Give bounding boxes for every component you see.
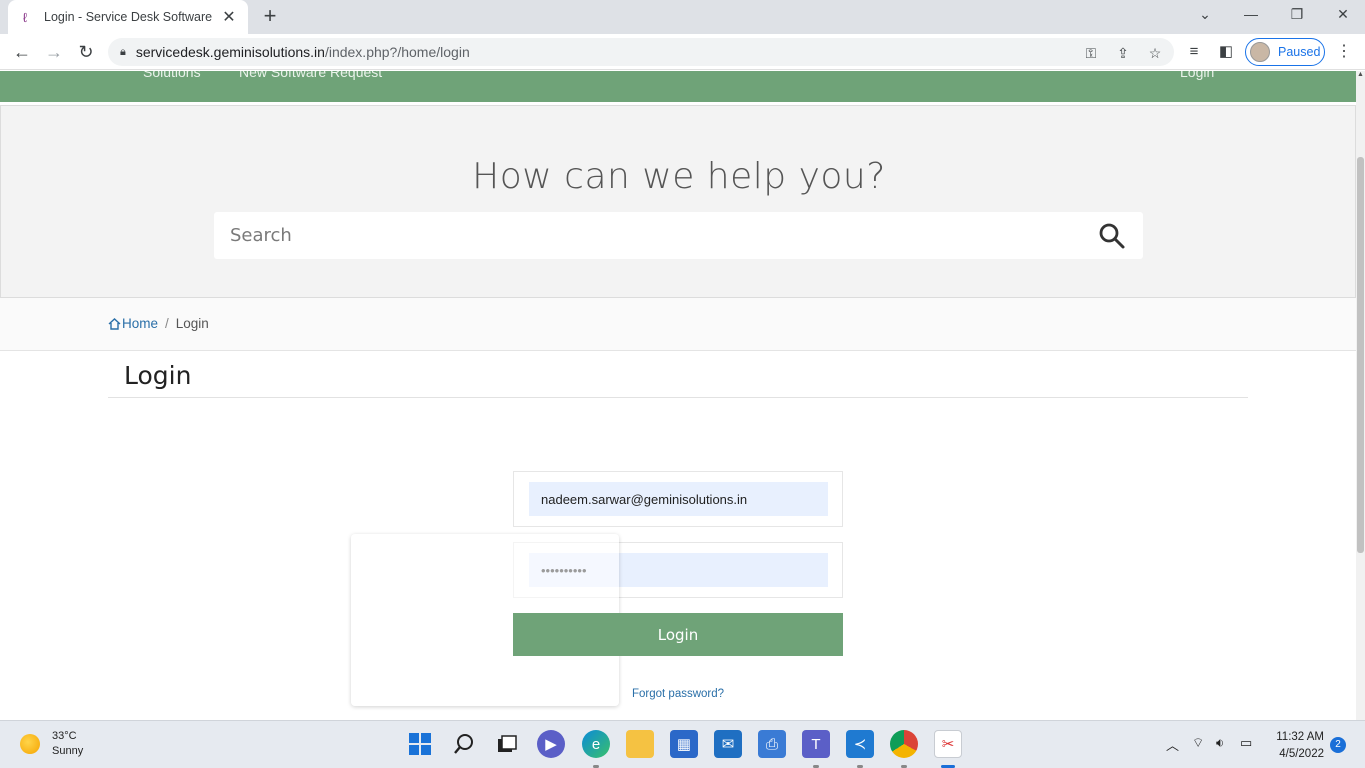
address-url: servicedesk.geminisolutions.in/index.php…: [135, 44, 470, 60]
chat-icon[interactable]: ▶: [537, 730, 565, 758]
scrollbar-thumb[interactable]: [1357, 157, 1364, 553]
battery-icon[interactable]: ▭: [1240, 735, 1252, 751]
breadcrumb: Home / Login: [0, 298, 1356, 351]
breadcrumb-home-link[interactable]: Home: [108, 316, 158, 331]
bookmark-star-icon[interactable]: ☆: [1144, 42, 1166, 64]
forward-arrow-icon[interactable]: →: [42, 40, 66, 64]
side-panel-icon[interactable]: ◧: [1214, 40, 1238, 64]
forgot-password-link[interactable]: Forgot password?: [632, 688, 724, 700]
media-queue-icon[interactable]: ≡: [1182, 40, 1206, 64]
start-windows-icon[interactable]: [406, 730, 434, 758]
share-icon[interactable]: ⇪: [1112, 42, 1134, 64]
mail-icon[interactable]: ✉: [714, 730, 742, 758]
sun-icon: [20, 734, 40, 754]
email-field-container: [513, 471, 843, 527]
nav-login[interactable]: Login: [1180, 71, 1214, 80]
browser-menu-icon[interactable]: ⋮: [1334, 40, 1354, 64]
vscode-icon[interactable]: ≺: [846, 730, 874, 758]
search-magnifier-icon[interactable]: [450, 730, 478, 758]
home-icon: [108, 317, 121, 330]
browser-tab[interactable]: ℓ Login - Service Desk Software by ✕: [8, 0, 248, 34]
notification-badge[interactable]: 2: [1330, 737, 1346, 753]
new-tab-button[interactable]: +: [258, 5, 282, 29]
breadcrumb-current: Login: [175, 316, 209, 331]
hero-heading: How can we help you?: [472, 156, 886, 197]
breadcrumb-separator: /: [165, 316, 169, 331]
browser-tab-strip: ℓ Login - Service Desk Software by ✕ + ⌄…: [0, 0, 1365, 34]
file-explorer-icon[interactable]: [626, 730, 654, 758]
window-close-button[interactable]: ✕: [1320, 0, 1365, 30]
teams-icon[interactable]: T: [802, 730, 830, 758]
task-view-icon[interactable]: [493, 730, 521, 758]
tab-close-icon[interactable]: ✕: [220, 7, 238, 27]
clock-time: 11:32 AM: [1276, 731, 1324, 743]
address-bar[interactable]: 🔒︎ servicedesk.geminisolutions.in/index.…: [108, 38, 1174, 66]
tray-overflow-chevron-icon[interactable]: ︿: [1166, 735, 1179, 754]
tab-title: Login - Service Desk Software by: [44, 10, 212, 24]
clock-date: 4/5/2022: [1279, 748, 1324, 760]
lock-icon: 🔒︎: [120, 45, 126, 58]
tab-search-chevron-icon[interactable]: ⌄: [1182, 0, 1228, 30]
weather-widget[interactable]: 33°C Sunny: [20, 729, 83, 759]
microsoft-store-icon[interactable]: ▦: [670, 730, 698, 758]
nav-solutions[interactable]: Solutions: [143, 71, 201, 80]
search-icon[interactable]: [1098, 222, 1126, 250]
chrome-icon[interactable]: [890, 730, 918, 758]
restore-button[interactable]: ❐: [1274, 0, 1320, 30]
scroll-up-arrow-icon[interactable]: ▲: [1356, 71, 1365, 83]
email-field[interactable]: [529, 482, 828, 516]
minimize-button[interactable]: —: [1228, 0, 1274, 30]
profile-status: Paused: [1278, 45, 1321, 59]
reload-icon[interactable]: ↻: [74, 40, 98, 64]
page-title: Login: [124, 361, 192, 390]
wifi-icon[interactable]: ⌔: [1192, 735, 1204, 751]
page-viewport: Solutions New Software Request Login How…: [0, 71, 1356, 720]
profile-button[interactable]: Paused: [1245, 38, 1325, 66]
search-box: [214, 212, 1143, 259]
search-input[interactable]: [230, 212, 1090, 259]
password-key-icon[interactable]: ⚿: [1080, 42, 1102, 64]
snipping-tool-icon[interactable]: ✂: [934, 730, 962, 758]
title-divider: [108, 397, 1248, 398]
nav-new-software-request[interactable]: New Software Request: [239, 71, 382, 80]
site-navbar: Solutions New Software Request Login: [0, 71, 1356, 102]
remote-desktop-icon[interactable]: ⎙: [758, 730, 786, 758]
site-favicon-icon: ℓ: [22, 9, 28, 25]
system-clock[interactable]: 11:32 AM 4/5/2022: [1272, 729, 1324, 763]
login-button[interactable]: Login: [513, 613, 843, 656]
page-scrollbar[interactable]: ▲: [1356, 71, 1365, 720]
edge-browser-icon[interactable]: e: [582, 730, 610, 758]
weather-temperature: 33°C: [52, 730, 77, 742]
back-arrow-icon[interactable]: ←: [10, 40, 34, 64]
os-taskbar: 33°C Sunny ▶ e ▦ ✉ ⎙ T ≺ ✂ ︿ ⌔ 🔉︎ ▭ 11:3…: [0, 720, 1365, 768]
profile-avatar: [1250, 42, 1270, 62]
volume-icon[interactable]: 🔉︎: [1216, 735, 1224, 751]
hero-section: How can we help you?: [0, 105, 1356, 298]
browser-toolbar: ← → ↻ 🔒︎ servicedesk.geminisolutions.in/…: [0, 34, 1365, 70]
weather-condition: Sunny: [52, 745, 84, 757]
